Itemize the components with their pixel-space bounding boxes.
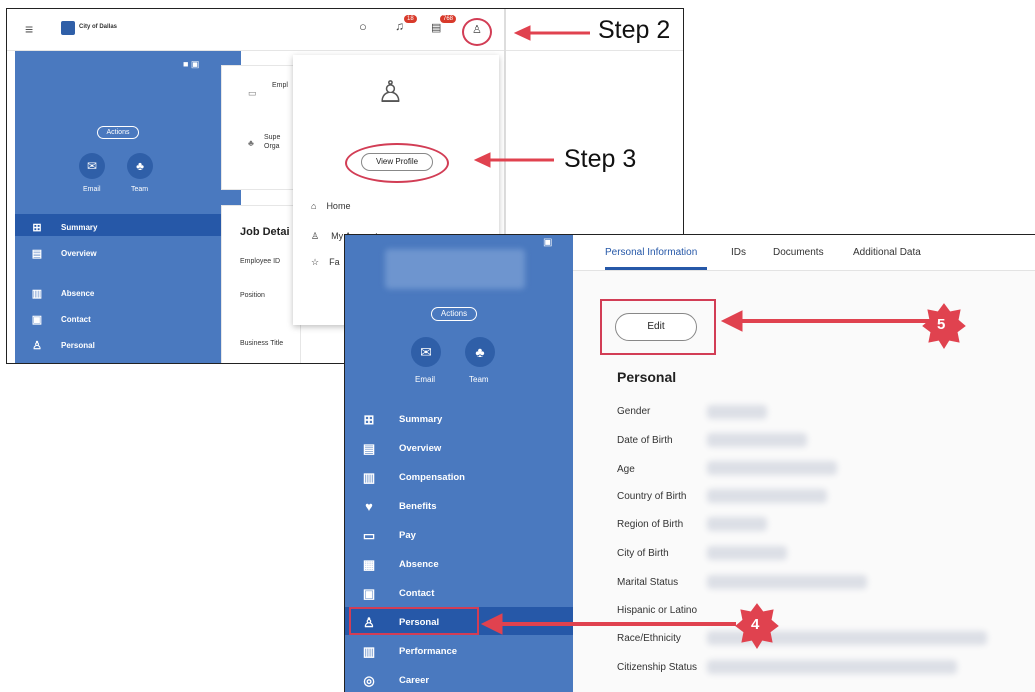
- step5-number: 5: [937, 316, 946, 333]
- annotation-arrows-2: [480, 303, 966, 649]
- step4-arrowhead: [480, 613, 503, 635]
- step4-number: 4: [751, 616, 760, 633]
- step5-arrowhead: [720, 310, 743, 332]
